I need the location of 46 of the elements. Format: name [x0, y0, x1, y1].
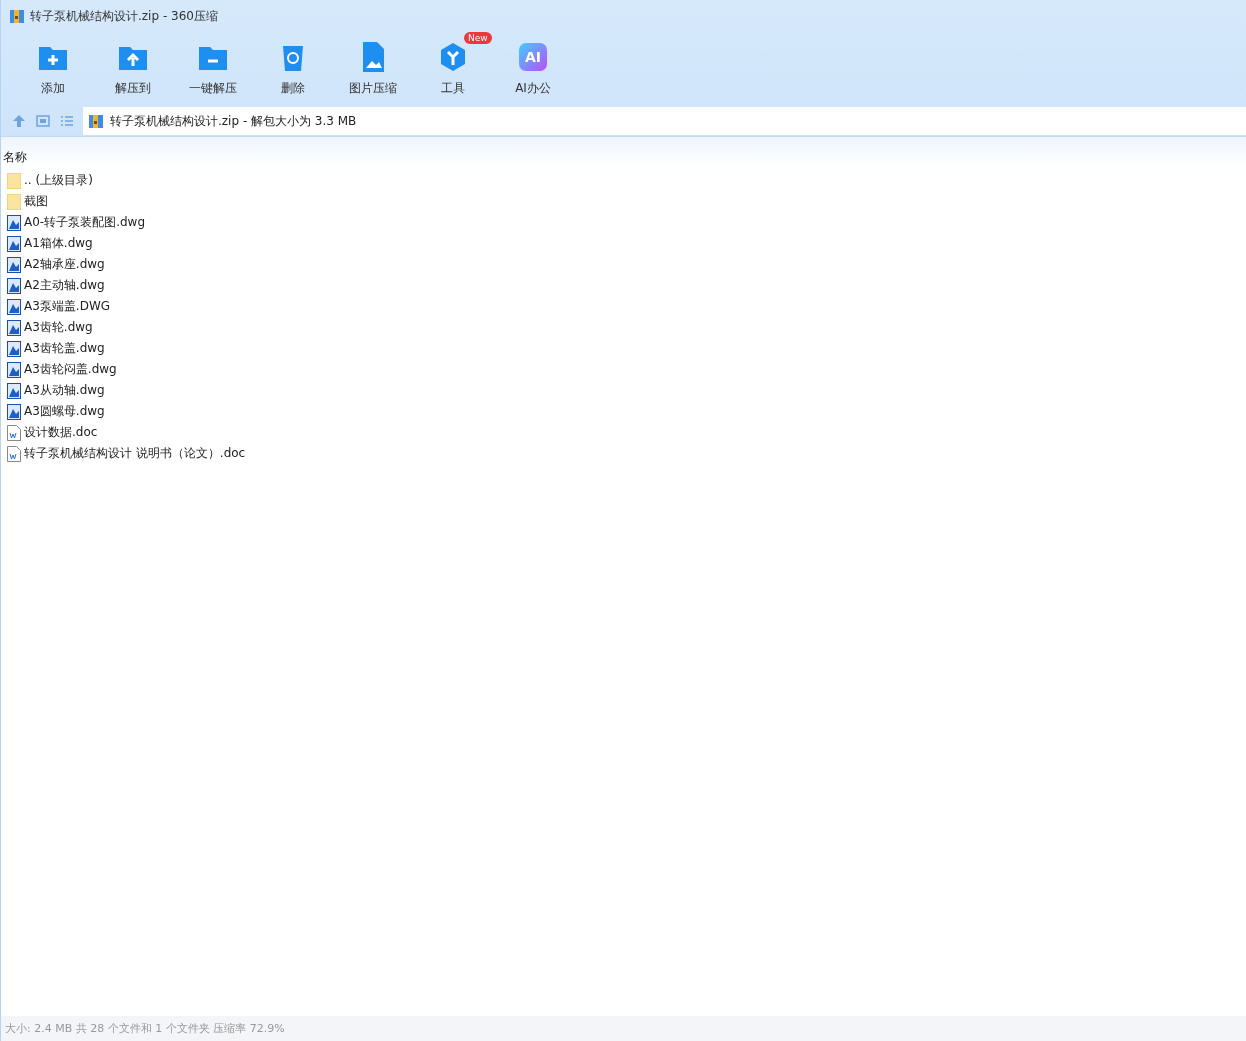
drawing-file-icon — [7, 256, 21, 273]
toolbar-button[interactable]: 添加 — [13, 32, 93, 106]
drawing-file-icon — [7, 214, 21, 231]
file-name[interactable]: A3齿轮闷盖.dwg — [24, 361, 117, 378]
drawing-file-icon — [7, 235, 21, 252]
zip-archive-icon — [88, 113, 104, 129]
ai-logo-icon: AI — [519, 43, 547, 71]
up-arrow-icon[interactable] — [11, 113, 27, 129]
thumbnail-view-icon[interactable] — [35, 113, 51, 129]
drawing-file-icon — [7, 340, 21, 357]
folder-icon — [7, 172, 21, 189]
drawing-file-icon — [7, 361, 21, 378]
toolbar-button[interactable]: 工具 New — [413, 32, 493, 106]
new-badge: New — [464, 32, 492, 44]
file-name[interactable]: 截图 — [24, 193, 48, 210]
file-name[interactable]: A3圆螺母.dwg — [24, 403, 105, 420]
zip-archive-icon — [9, 8, 25, 24]
file-name[interactable]: .. (上级目录) — [24, 172, 93, 189]
word-document-icon — [7, 424, 21, 441]
drawing-file-icon — [7, 382, 21, 399]
status-text: 大小: 2.4 MB 共 28 个文件和 1 个文件夹 压缩率 72.9% — [5, 1021, 285, 1036]
column-header[interactable]: 名称 — [1, 147, 1246, 170]
word-document-icon — [7, 445, 21, 462]
file-name[interactable]: A3齿轮.dwg — [24, 319, 93, 336]
file-name[interactable]: A2主动轴.dwg — [24, 277, 105, 294]
drawing-file-icon — [7, 298, 21, 315]
toolbar-button[interactable]: 解压到 — [93, 32, 173, 106]
folder-icon — [7, 193, 21, 210]
toolbar-button[interactable]: 删除 — [253, 32, 333, 106]
drawing-file-icon — [7, 319, 21, 336]
file-name[interactable]: 设计数据.doc — [24, 424, 98, 441]
file-name[interactable]: A3从动轴.dwg — [24, 382, 105, 399]
drawing-file-icon — [7, 403, 21, 420]
file-name[interactable]: 转子泵机械结构设计 说明书（论文）.doc — [24, 445, 246, 462]
file-name[interactable]: A2轴承座.dwg — [24, 256, 105, 273]
file-name[interactable]: A1箱体.dwg — [24, 235, 93, 252]
file-name[interactable]: A3泵端盖.DWG — [24, 298, 111, 315]
toolbar-button[interactable]: 一键解压 — [173, 32, 253, 106]
toolbar-button[interactable]: 图片压缩 — [333, 32, 413, 106]
file-name[interactable]: A3齿轮盖.dwg — [24, 340, 105, 357]
toolbar-button[interactable]: AI AI办公 — [493, 32, 573, 106]
drawing-file-icon — [7, 277, 21, 294]
window-title: 转子泵机械结构设计.zip - 360压缩 — [30, 7, 218, 25]
address-path: 转子泵机械结构设计.zip - 解包大小为 3.3 MB — [110, 112, 357, 130]
list-view-icon[interactable] — [59, 113, 75, 129]
file-name[interactable]: A0-转子泵装配图.dwg — [24, 214, 146, 231]
